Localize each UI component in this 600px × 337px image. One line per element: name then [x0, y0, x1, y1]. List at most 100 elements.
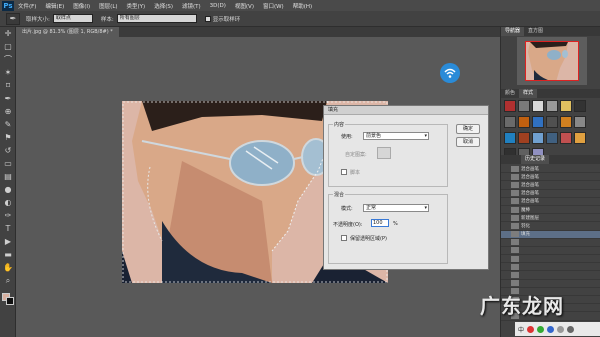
eyedropper-tool-preset-icon[interactable]: ✒	[6, 12, 20, 25]
history-row[interactable]: 混合画笔	[501, 190, 600, 198]
menu-3d[interactable]: 3D(D)	[210, 3, 226, 9]
stamp-tool-icon[interactable]: ⚑	[2, 132, 14, 144]
use-select[interactable]: 前景色	[363, 132, 429, 140]
ime-label[interactable]: 中	[518, 325, 524, 334]
style-swatch[interactable]	[546, 100, 558, 112]
history-row[interactable]: 混合画笔	[501, 198, 600, 206]
menu-layer[interactable]: 图层(L)	[99, 2, 117, 10]
navigator-panel-tabs: 导航器 直方图	[501, 27, 600, 36]
style-swatch[interactable]	[518, 100, 530, 112]
style-swatch[interactable]	[574, 116, 586, 128]
path-select-tool-icon[interactable]: ▶	[2, 236, 14, 248]
ok-button[interactable]: 确定	[456, 124, 480, 134]
history-row[interactable]	[501, 239, 600, 247]
marquee-tool-icon[interactable]: ▢	[2, 41, 14, 53]
eyedropper-tool-icon[interactable]: ✒	[2, 93, 14, 105]
magic-wand-tool-icon[interactable]: ✶	[2, 67, 14, 79]
background-color-swatch[interactable]	[6, 297, 14, 305]
style-swatch[interactable]	[518, 116, 530, 128]
type-tool-icon[interactable]: T	[2, 223, 14, 235]
cancel-button[interactable]: 取消	[456, 137, 480, 147]
mode-select[interactable]: 正常	[363, 204, 429, 212]
tab-histogram[interactable]: 直方图	[524, 27, 547, 36]
eraser-tool-icon[interactable]: ▭	[2, 158, 14, 170]
style-swatch[interactable]	[532, 116, 544, 128]
wifi-icon	[440, 63, 460, 83]
tray-icon[interactable]	[547, 325, 555, 333]
show-ring-label: 显示取样环	[212, 16, 241, 23]
shape-tool-icon[interactable]: ▬	[2, 249, 14, 261]
custom-pattern-label: 自定图案:	[345, 152, 367, 158]
style-swatch[interactable]	[546, 116, 558, 128]
custom-pattern-picker[interactable]	[377, 147, 391, 159]
script-checkbox[interactable]	[341, 169, 347, 175]
history-row[interactable]	[501, 263, 600, 272]
tray-icon[interactable]	[557, 325, 565, 333]
menu-help[interactable]: 帮助(H)	[293, 2, 312, 10]
tray-icon[interactable]	[527, 325, 535, 333]
pen-tool-icon[interactable]: ✑	[2, 210, 14, 222]
menu-type[interactable]: 类型(Y)	[127, 2, 146, 10]
history-row[interactable]	[501, 247, 600, 256]
show-ring-checkbox[interactable]	[204, 15, 211, 22]
style-swatch[interactable]	[560, 116, 572, 128]
history-row[interactable]: 羽化	[501, 222, 600, 231]
tab-color[interactable]: 颜色	[501, 89, 519, 98]
navigator-preview[interactable]	[517, 37, 587, 85]
history-row[interactable]	[501, 280, 600, 288]
history-row[interactable]: 新建图层	[501, 214, 600, 223]
tray-icon[interactable]	[567, 325, 575, 333]
style-swatch[interactable]	[504, 132, 516, 144]
tab-navigator[interactable]: 导航器	[501, 27, 525, 36]
sample-size-select[interactable]: 取样点	[52, 14, 93, 23]
menu-window[interactable]: 窗口(W)	[263, 2, 284, 10]
menu-view[interactable]: 视图(V)	[235, 2, 254, 10]
gradient-tool-icon[interactable]: ▤	[2, 171, 14, 183]
history-row[interactable]: 魔棒	[501, 206, 600, 215]
hand-tool-icon[interactable]: ✋	[2, 262, 14, 274]
menu-edit[interactable]: 编辑(E)	[45, 2, 64, 10]
history-step-label: 羽化	[521, 223, 530, 229]
brush-tool-icon[interactable]: ✎	[2, 119, 14, 131]
style-swatch[interactable]	[504, 100, 516, 112]
blend-group: 混合 模式: 正常 不透明度(O): 100 % 保留透明区域(P)	[328, 191, 448, 264]
document-tab-bar: 出片.jpg @ 81.3% (图层 1, RGB/8#) *	[16, 27, 500, 37]
tab-styles[interactable]: 样式	[519, 89, 538, 98]
style-swatch[interactable]	[560, 132, 572, 144]
menu-select[interactable]: 选择(S)	[154, 2, 173, 10]
history-row[interactable]: 填充	[501, 230, 600, 239]
move-tool-icon[interactable]: ✛	[2, 28, 14, 40]
lasso-tool-icon[interactable]: ⌒	[2, 54, 14, 66]
crop-tool-icon[interactable]: ⌑	[2, 80, 14, 92]
blur-tool-icon[interactable]: ●	[2, 184, 14, 196]
document-tab[interactable]: 出片.jpg @ 81.3% (图层 1, RGB/8#) *	[16, 27, 119, 37]
tab-actions[interactable]	[501, 155, 521, 164]
zoom-tool-icon[interactable]: ⌕	[2, 275, 14, 287]
dodge-tool-icon[interactable]: ◐	[2, 197, 14, 209]
style-swatch[interactable]	[574, 100, 586, 112]
style-swatch[interactable]	[504, 116, 516, 128]
tray-icon[interactable]	[537, 325, 545, 333]
opacity-input[interactable]: 100	[371, 219, 389, 227]
menu-filter[interactable]: 滤镜(T)	[182, 2, 201, 10]
history-brush-tool-icon[interactable]: ↺	[2, 145, 14, 157]
healing-brush-tool-icon[interactable]: ⊕	[2, 106, 14, 118]
history-row[interactable]: 混合画笔	[501, 165, 600, 174]
style-swatch[interactable]	[532, 100, 544, 112]
history-row[interactable]	[501, 255, 600, 264]
preserve-transparency-checkbox[interactable]	[341, 235, 347, 241]
mode-label: 模式:	[341, 206, 353, 212]
style-swatch[interactable]	[532, 132, 544, 144]
style-swatch[interactable]	[574, 132, 586, 144]
menu-file[interactable]: 文件(F)	[18, 2, 36, 10]
history-row[interactable]: 混合画笔	[501, 173, 600, 182]
sample-select[interactable]: 所有图层	[116, 14, 197, 23]
history-row[interactable]: 混合画笔	[501, 181, 600, 190]
style-swatch[interactable]	[518, 132, 530, 144]
menu-image[interactable]: 图像(I)	[73, 2, 90, 10]
history-row[interactable]	[501, 271, 600, 280]
style-swatch[interactable]	[546, 132, 558, 144]
style-swatch[interactable]	[560, 100, 572, 112]
fill-dialog: 填充 内容 使用: 前景色 自定图案: 脚本 混合 模式: 正常 不透明度(O)…	[323, 105, 489, 270]
tab-history[interactable]: 历史记录	[521, 155, 550, 164]
